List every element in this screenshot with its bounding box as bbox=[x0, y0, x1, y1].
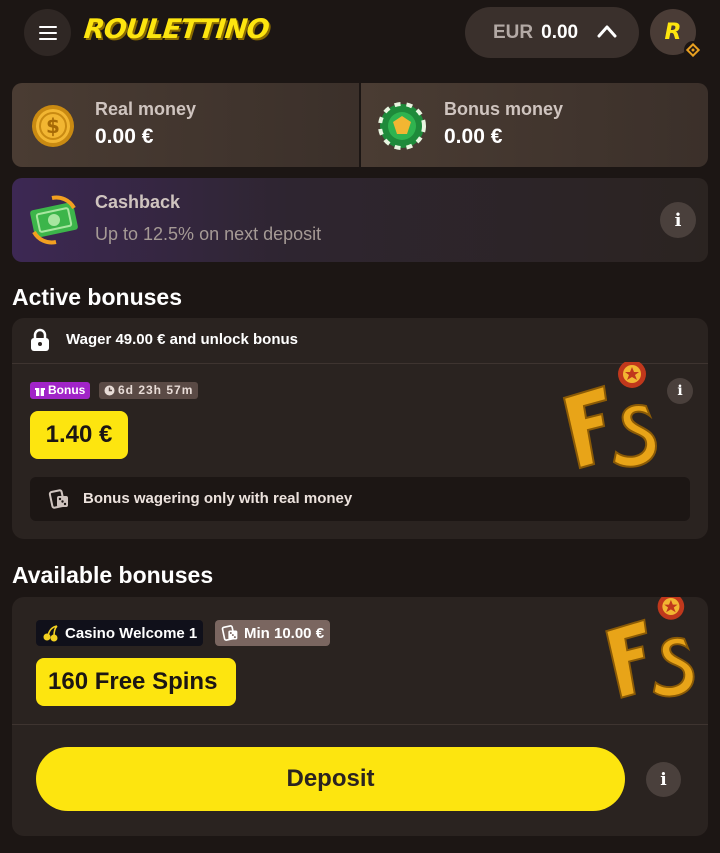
wager-text: Wager 49.00 € and unlock bonus bbox=[66, 331, 299, 348]
active-bonus-amount: 1.40 € bbox=[30, 411, 128, 459]
bonus-tag-label: Bonus bbox=[48, 383, 86, 397]
avatar-letter: R bbox=[664, 19, 682, 45]
balance-amount: 0.00 bbox=[541, 21, 579, 43]
wager-progress-row: Wager 49.00 € and unlock bonus bbox=[12, 318, 708, 364]
bonus-money-value: 0.00 € bbox=[444, 125, 503, 148]
casino-welcome-chip: Casino Welcome 1 bbox=[36, 620, 204, 646]
cashback-subtitle: Up to 12.5% on next deposit bbox=[95, 224, 322, 244]
time-left-tag: 6d 23h 57m bbox=[99, 382, 199, 399]
wagering-note-text: Bonus wagering only with real money bbox=[83, 490, 353, 507]
logo[interactable]: ROULETTINO bbox=[82, 12, 270, 48]
svg-text:$: $ bbox=[46, 114, 60, 138]
cherry-icon bbox=[43, 625, 58, 642]
available-bonus-info-button[interactable]: i bbox=[646, 762, 681, 797]
cash-icon bbox=[30, 195, 78, 245]
bonus-money-label: Bonus money bbox=[444, 99, 564, 119]
top-bar: ROULETTINO EUR 0.00 R bbox=[0, 0, 720, 66]
card-divider bbox=[12, 724, 708, 725]
cashback-card[interactable]: Cashback Up to 12.5% on next deposit i bbox=[12, 178, 708, 262]
avatar[interactable]: R bbox=[650, 9, 702, 59]
lock-icon bbox=[31, 328, 49, 351]
balance-dropdown[interactable]: EUR 0.00 bbox=[465, 7, 639, 58]
min-deposit-label: Min 10.00 € bbox=[244, 624, 325, 642]
dice-card-icon bbox=[48, 489, 68, 509]
balance-currency: EUR bbox=[493, 21, 534, 43]
dice-card-icon bbox=[221, 625, 238, 641]
casino-welcome-label: Casino Welcome 1 bbox=[65, 624, 198, 642]
real-money-value: 0.00 € bbox=[95, 125, 154, 148]
green-chip-icon bbox=[378, 102, 426, 150]
active-bonuses-heading: Active bonuses bbox=[12, 284, 182, 310]
active-bonus-info-button[interactable]: i bbox=[667, 378, 693, 404]
hamburger-icon bbox=[38, 25, 57, 40]
min-deposit-chip: Min 10.00 € bbox=[215, 620, 331, 646]
clock-icon bbox=[104, 385, 115, 396]
gold-coin-icon: $ bbox=[32, 105, 74, 147]
menu-button[interactable] bbox=[24, 9, 71, 56]
free-spins-icon bbox=[562, 362, 658, 470]
bonus-tag: Bonus bbox=[30, 382, 91, 399]
wagering-note: Bonus wagering only with real money bbox=[30, 477, 690, 521]
free-spins-icon bbox=[605, 597, 695, 699]
real-money-card: $ Real money 0.00 € bbox=[12, 83, 359, 167]
gift-icon bbox=[35, 387, 45, 396]
available-bonus-amount: 160 Free Spins bbox=[36, 658, 236, 706]
active-bonus-card: Wager 49.00 € and unlock bonus Bonus 6d … bbox=[12, 318, 708, 539]
available-bonus-card: Casino Welcome 1 Min 10.00 € 160 Free Sp… bbox=[12, 597, 708, 836]
cashback-info-button[interactable]: i bbox=[660, 202, 696, 238]
available-bonuses-heading: Available bonuses bbox=[12, 562, 214, 588]
time-left-value: 6d 23h 57m bbox=[118, 383, 194, 397]
deposit-button[interactable]: Deposit bbox=[36, 747, 625, 811]
level-badge-icon bbox=[684, 41, 702, 59]
cashback-title: Cashback bbox=[95, 192, 181, 212]
real-money-label: Real money bbox=[95, 99, 197, 119]
bonus-money-card: Bonus money 0.00 € bbox=[361, 83, 708, 167]
wallet-summary: $ Real money 0.00 € Bonus money 0.00 € bbox=[12, 83, 708, 167]
chevron-up-icon bbox=[597, 25, 617, 38]
